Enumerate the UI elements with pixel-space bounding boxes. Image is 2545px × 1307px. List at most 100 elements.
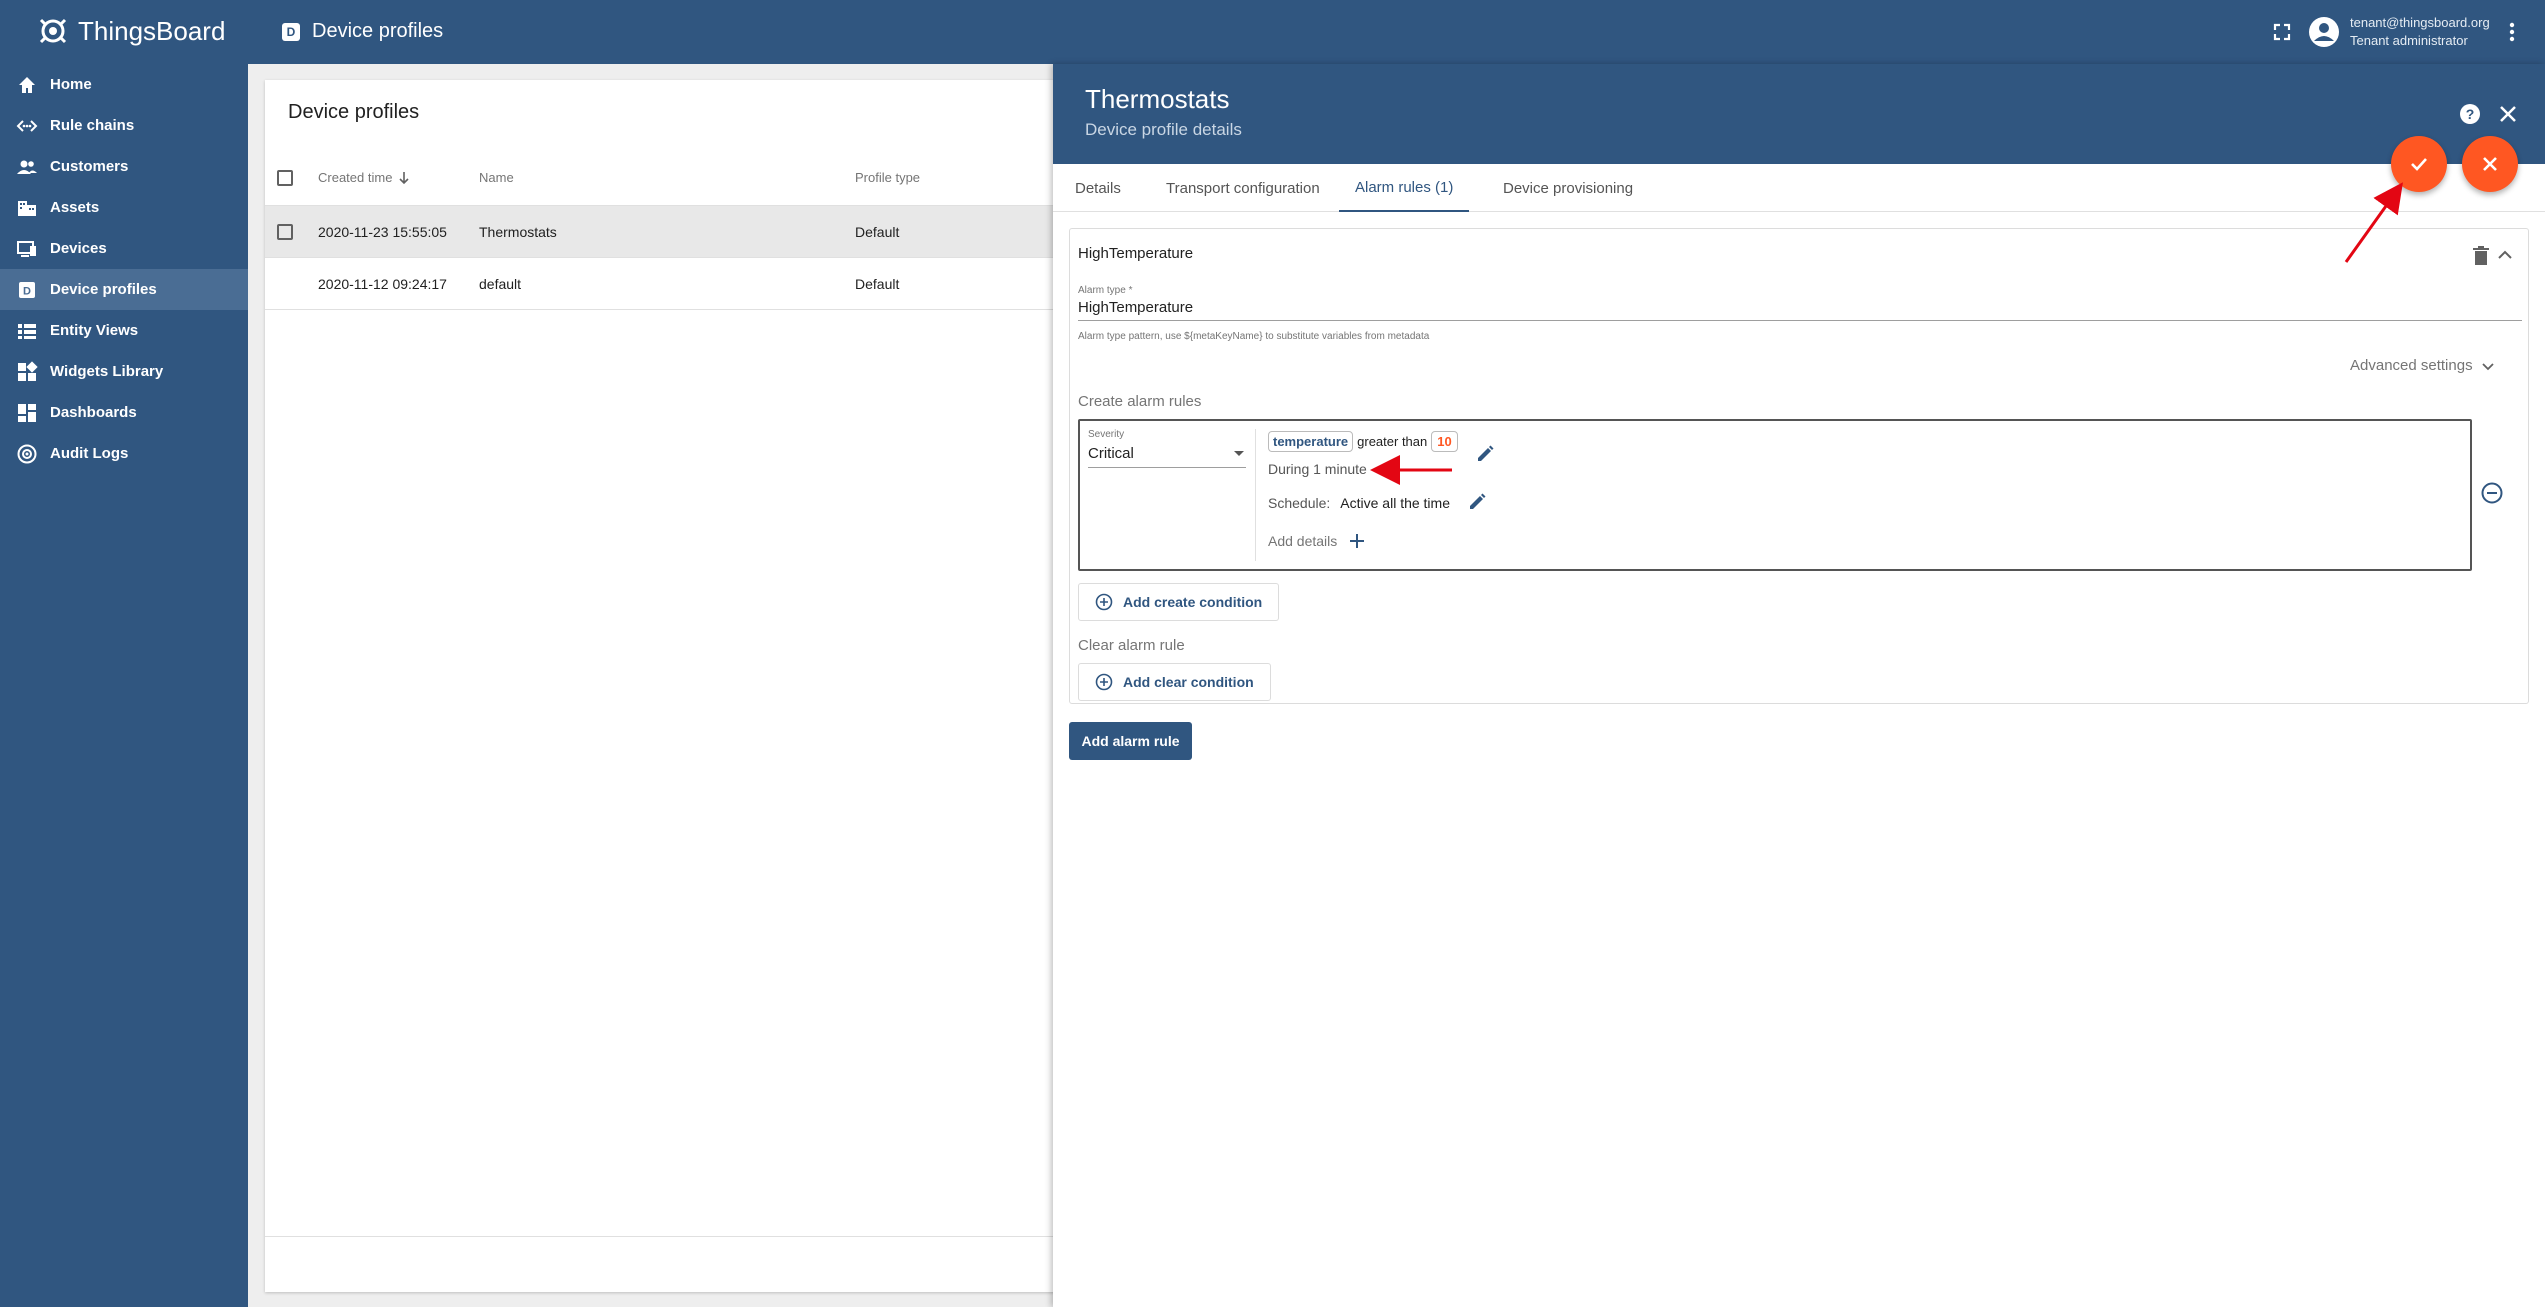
user-role: Tenant administrator: [2350, 33, 2468, 48]
sidebar-item-label: Devices: [50, 240, 107, 257]
schedule-value: Active all the time: [1340, 495, 1450, 511]
sidebar-item-devices[interactable]: Devices: [0, 228, 248, 269]
account-circle-icon: [2309, 17, 2339, 47]
customers-icon: [17, 160, 37, 174]
sidebar-item-label: Rule chains: [50, 117, 135, 134]
column-created-time[interactable]: Created time: [318, 150, 410, 205]
details-tabs: Details Transport configuration Alarm ru…: [1053, 164, 2545, 212]
svg-text:D: D: [23, 285, 31, 297]
entity-views-icon: [18, 323, 36, 339]
dashboards-icon: [18, 403, 36, 422]
schedule-label: Schedule:: [1268, 495, 1331, 511]
row-created-time: 2020-11-23 15:55:05: [318, 223, 447, 240]
advanced-settings-toggle[interactable]: Advanced settings: [2350, 357, 2495, 374]
sidebar-item-label: Widgets Library: [50, 363, 164, 380]
condition-value-chip: 10: [1431, 431, 1458, 452]
sidebar-item-label: Audit Logs: [50, 445, 129, 462]
svg-text:?: ?: [2466, 106, 2475, 122]
row-checkbox[interactable]: [277, 223, 293, 240]
select-all-checkbox[interactable]: [277, 169, 293, 186]
alarm-type-input[interactable]: HighTemperature: [1078, 299, 2522, 321]
tab-device-provisioning[interactable]: Device provisioning: [1503, 164, 1633, 212]
sidebar-item-label: Home: [50, 76, 92, 93]
rule-chains-icon: [16, 119, 38, 132]
app-name: ThingsBoard: [78, 15, 226, 46]
add-details-button[interactable]: Add details: [1268, 533, 1365, 549]
sidebar-item-device-profiles[interactable]: D Device profiles: [0, 269, 248, 310]
plus-icon: [1350, 534, 1365, 548]
condition-duration: During 1 minute: [1268, 461, 1367, 477]
dropdown-arrow-icon: [1234, 451, 1244, 456]
sidebar-item-label: Customers: [50, 158, 129, 175]
home-icon: [19, 76, 35, 93]
details-subtitle: Device profile details: [1085, 120, 1242, 139]
add-circle-icon: [1095, 673, 1113, 691]
remove-circle-icon[interactable]: [2480, 481, 2504, 505]
list-footer: [265, 1236, 1065, 1292]
device-profiles-list: Device profiles Created time Name Profil…: [265, 80, 1065, 1292]
alarm-rule-panel: HighTemperature Alarm type * HighTempera…: [1069, 228, 2529, 704]
user-menu[interactable]: tenant@thingsboard.org Tenant administra…: [2308, 14, 2490, 50]
advanced-settings-label: Advanced settings: [2350, 357, 2473, 374]
page-title-text: Device profiles: [312, 20, 444, 42]
edit-schedule-icon[interactable]: [1466, 491, 1488, 513]
add-clear-condition-button[interactable]: Add clear condition: [1078, 663, 1271, 701]
table-row[interactable]: 2020-11-23 15:55:05 Thermostats Default: [265, 206, 1065, 258]
thingsboard-logo-icon: [39, 18, 67, 44]
app-logo[interactable]: ThingsBoard: [36, 14, 225, 48]
add-clear-condition-label: Add clear condition: [1123, 674, 1254, 690]
add-create-condition-button[interactable]: Add create condition: [1078, 583, 1280, 621]
more-vert-icon[interactable]: [2500, 18, 2524, 46]
audit-logs-icon: [17, 444, 37, 463]
table-header: Created time Name Profile type: [265, 150, 1065, 206]
sidebar-item-rule-chains[interactable]: Rule chains: [0, 105, 248, 146]
severity-select[interactable]: Critical: [1088, 445, 1246, 468]
alarm-type-label: Alarm type *: [1078, 285, 1133, 296]
sidebar-item-label: Dashboards: [50, 404, 137, 421]
close-icon[interactable]: [2496, 102, 2520, 126]
delete-icon[interactable]: [2471, 245, 2491, 267]
column-header-label: Created time: [318, 170, 393, 185]
device-profile-details-panel: Thermostats Device profile details ? Det…: [1053, 64, 2545, 1307]
sidebar-item-label: Assets: [50, 199, 100, 216]
top-bar: ThingsBoard D Device profiles tenant@thi…: [0, 0, 2545, 64]
edit-condition-icon[interactable]: [1474, 443, 1496, 465]
add-create-condition-label: Add create condition: [1123, 594, 1263, 610]
sidebar-item-home[interactable]: Home: [0, 64, 248, 105]
assets-icon: [18, 200, 36, 216]
sidebar-item-widgets-library[interactable]: Widgets Library: [0, 351, 248, 392]
alarm-type-hint: Alarm type pattern, use ${metaKeyName} t…: [1078, 331, 1430, 342]
row-name: default: [479, 275, 522, 292]
alarm-rule-name: HighTemperature: [1078, 245, 1194, 262]
tab-alarm-rules[interactable]: Alarm rules (1): [1339, 164, 1470, 212]
fullscreen-icon[interactable]: [2270, 20, 2294, 44]
column-name[interactable]: Name: [479, 150, 514, 205]
add-circle-icon: [1095, 593, 1113, 611]
page-title: D Device profiles: [282, 20, 443, 43]
chevron-up-icon[interactable]: [2495, 245, 2515, 265]
sidebar-item-customers[interactable]: Customers: [0, 146, 248, 187]
add-alarm-rule-button[interactable]: Add alarm rule: [1069, 722, 1192, 760]
alarm-condition: temperature greater than 10: [1268, 431, 1458, 452]
details-title: Thermostats: [1085, 84, 1230, 114]
create-alarm-rules-label: Create alarm rules: [1078, 393, 1202, 410]
sidebar-item-entity-views[interactable]: Entity Views: [0, 310, 248, 351]
devices-icon: [17, 240, 36, 257]
device-profiles-icon: D: [19, 281, 35, 298]
row-profile-type: Default: [855, 223, 900, 240]
column-profile-type[interactable]: Profile type: [855, 150, 920, 205]
sidebar-item-audit-logs[interactable]: Audit Logs: [0, 433, 248, 474]
severity-label: Severity: [1088, 429, 1125, 440]
user-email: tenant@thingsboard.org: [2350, 15, 2490, 30]
sidebar-item-assets[interactable]: Assets: [0, 187, 248, 228]
table-row[interactable]: 2020-11-12 09:24:17 default Default: [265, 258, 1065, 310]
help-icon[interactable]: ?: [2458, 102, 2482, 126]
tab-details[interactable]: Details: [1075, 164, 1121, 212]
sidebar-item-label: Entity Views: [50, 322, 139, 339]
row-name: Thermostats: [479, 223, 557, 240]
sidebar-item-dashboards[interactable]: Dashboards: [0, 392, 248, 433]
list-title: Device profiles: [288, 101, 420, 123]
tab-transport-configuration[interactable]: Transport configuration: [1166, 164, 1320, 212]
row-created-time: 2020-11-12 09:24:17: [318, 275, 447, 292]
create-alarm-rule: Severity Critical temperature greater th…: [1078, 419, 2472, 571]
